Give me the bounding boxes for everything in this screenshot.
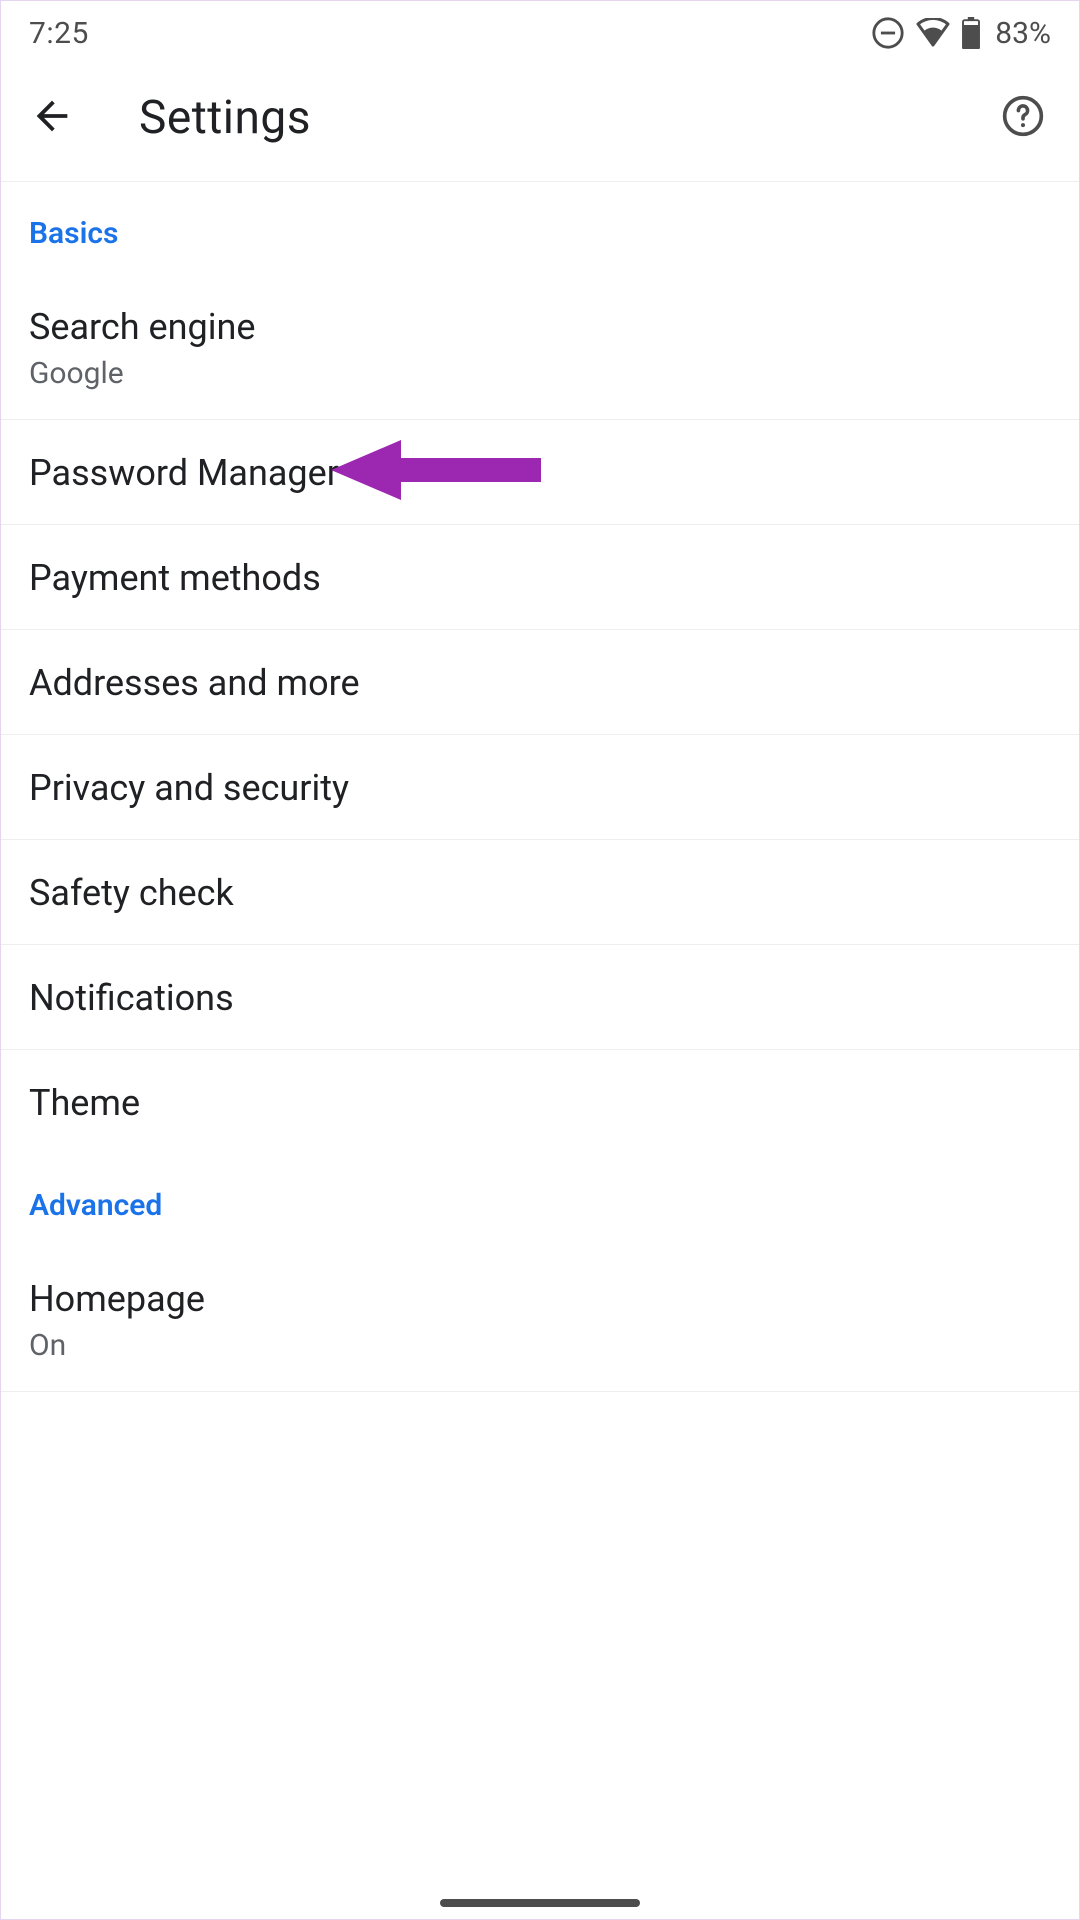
item-title: Notifications: [29, 977, 1051, 1019]
item-notifications[interactable]: Notifications: [1, 945, 1079, 1050]
item-safety-check[interactable]: Safety check: [1, 840, 1079, 945]
item-password-manager[interactable]: Password Manager: [1, 420, 1079, 525]
help-button[interactable]: [995, 94, 1051, 142]
do-not-disturb-icon: [871, 16, 905, 50]
status-bar: 7:25 83%: [1, 1, 1079, 61]
item-title: Addresses and more: [29, 662, 1051, 704]
item-title: Payment methods: [29, 557, 1051, 599]
section-header-basics: Basics: [1, 182, 1079, 261]
app-bar: Settings: [1, 61, 1079, 182]
item-subtitle: Google: [29, 356, 1051, 391]
item-title: Password Manager: [29, 452, 1051, 494]
item-title: Homepage: [29, 1278, 1051, 1320]
page-title: Settings: [139, 91, 995, 145]
item-title: Safety check: [29, 872, 1051, 914]
wifi-icon: [915, 18, 951, 48]
item-payment-methods[interactable]: Payment methods: [1, 525, 1079, 630]
item-title: Privacy and security: [29, 767, 1051, 809]
item-addresses[interactable]: Addresses and more: [1, 630, 1079, 735]
item-theme[interactable]: Theme: [1, 1050, 1079, 1154]
item-homepage[interactable]: Homepage On: [1, 1233, 1079, 1392]
item-subtitle: On: [29, 1328, 1051, 1363]
status-time: 7:25: [29, 16, 89, 51]
section-header-advanced: Advanced: [1, 1154, 1079, 1233]
status-icons-right: 83%: [871, 16, 1051, 51]
battery-icon: [961, 17, 981, 49]
help-icon: [1001, 94, 1045, 142]
battery-percentage: 83%: [995, 16, 1051, 51]
item-privacy-security[interactable]: Privacy and security: [1, 735, 1079, 840]
item-title: Search engine: [29, 306, 1051, 348]
item-title: Theme: [29, 1082, 1051, 1124]
item-search-engine[interactable]: Search engine Google: [1, 261, 1079, 420]
arrow-back-icon: [29, 93, 75, 143]
back-button[interactable]: [29, 93, 99, 143]
navigation-handle[interactable]: [440, 1899, 640, 1907]
